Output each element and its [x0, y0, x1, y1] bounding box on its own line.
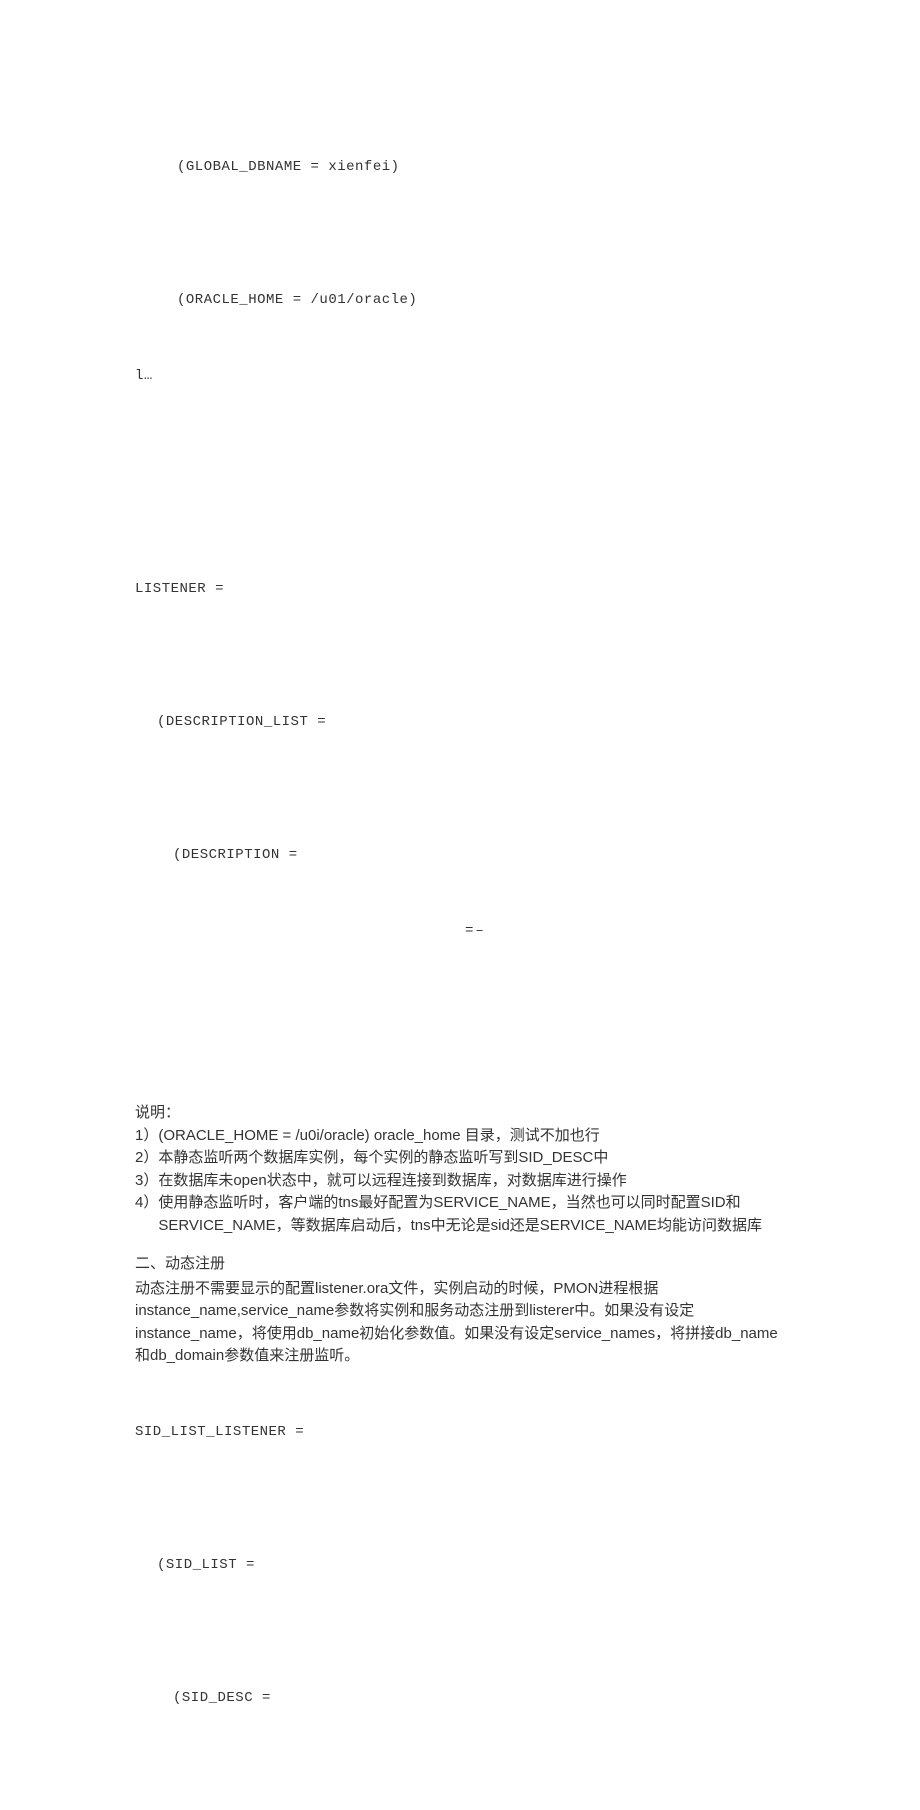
code-line: SID_LIST_LISTENER =	[135, 1422, 785, 1443]
section-2-title: 二、动态注册	[135, 1253, 785, 1276]
list-number: 2）	[135, 1147, 158, 1170]
truncation-marker: l…	[135, 366, 785, 387]
section-2-paragraph: 动态注册不需要显示的配置listener.ora文件，实例启动的时候，PMON进…	[135, 1278, 785, 1368]
explanation-section: 说明： 1） (ORACLE_HOME = /u0i/oracle) oracl…	[135, 1102, 785, 1237]
stray-marks: =–	[465, 921, 785, 942]
list-item-3: 3） 在数据库未open状态中，就可以远程连接到数据库，对数据库进行操作	[135, 1170, 785, 1193]
code-line: LISTENER =	[135, 579, 785, 600]
code-line: (ORACLE_HOME = /u01/oracle)	[135, 290, 785, 311]
list-number: 3）	[135, 1170, 158, 1193]
code-line: (GLOBAL_DBNAME = xienfei)	[135, 157, 785, 178]
list-item-1: 1） (ORACLE_HOME = /u0i/oracle) oracle_ho…	[135, 1125, 785, 1148]
code-line: (DESCRIPTION =	[135, 845, 785, 866]
explain-title: 说明：	[135, 1102, 785, 1125]
code-block-1: (GLOBAL_DBNAME = xienfei) (ORACLE_HOME =…	[135, 115, 785, 332]
list-body: (ORACLE_HOME = /u0i/oracle) oracle_home …	[158, 1125, 785, 1148]
list-body: 使用静态监听时，客户端的tns最好配置为SERVICE_NAME，当然也可以同时…	[158, 1192, 785, 1237]
list-body: 本静态监听两个数据库实例，每个实例的静态监听写到SID_DESC中	[158, 1147, 785, 1170]
code-line: (SID_LIST =	[135, 1555, 785, 1576]
list-number: 1）	[135, 1125, 158, 1148]
list-item-2: 2） 本静态监听两个数据库实例，每个实例的静态监听写到SID_DESC中	[135, 1147, 785, 1170]
list-number: 4）	[135, 1192, 158, 1237]
code-block-3: SID_LIST_LISTENER = (SID_LIST = (SID_DES…	[135, 1380, 785, 1730]
code-line: (DESCRIPTION_LIST =	[135, 712, 785, 733]
code-block-2: LISTENER = (DESCRIPTION_LIST = (DESCRIPT…	[135, 537, 785, 887]
list-item-4: 4） 使用静态监听时，客户端的tns最好配置为SERVICE_NAME，当然也可…	[135, 1192, 785, 1237]
list-body: 在数据库未open状态中，就可以远程连接到数据库，对数据库进行操作	[158, 1170, 785, 1193]
code-line: (SID_DESC =	[135, 1688, 785, 1709]
